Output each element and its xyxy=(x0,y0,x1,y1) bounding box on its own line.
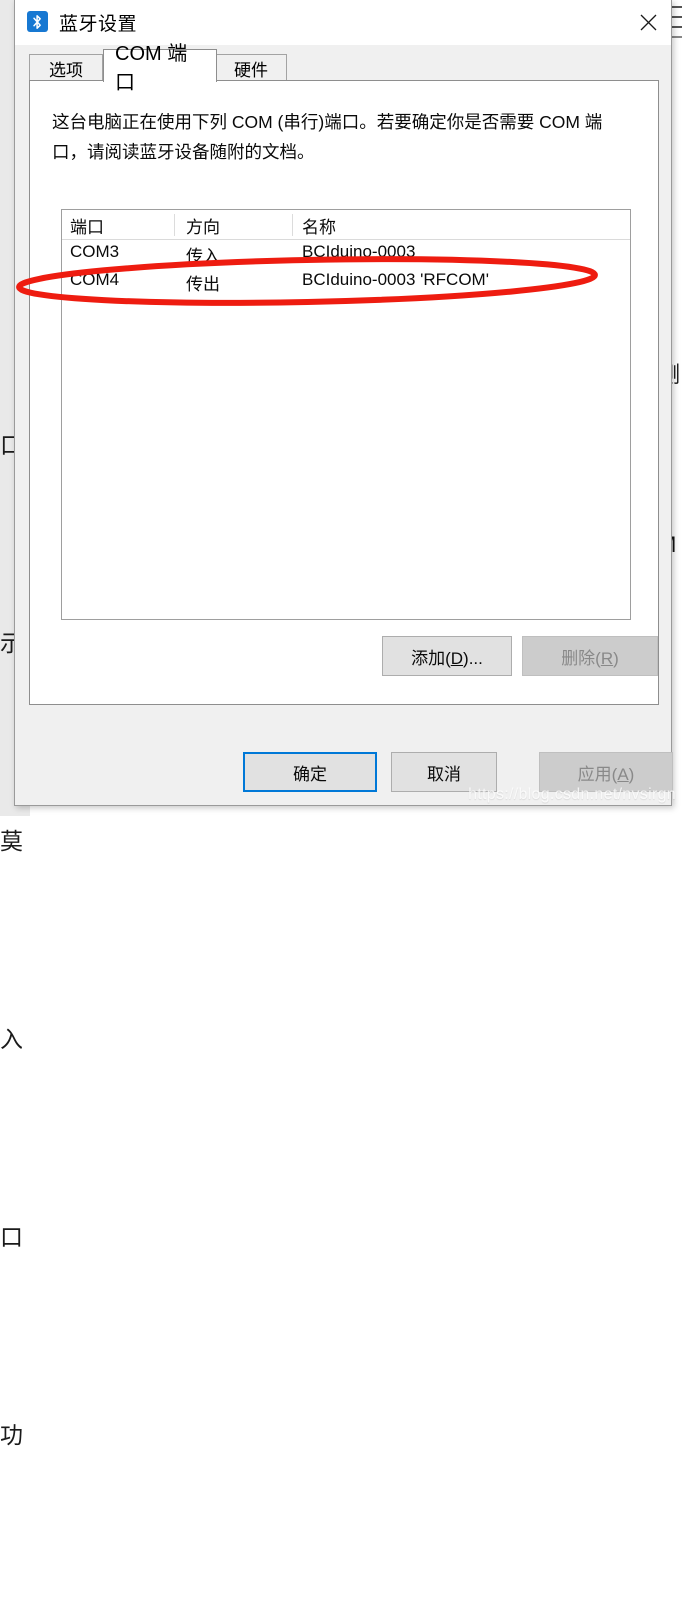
background-left-glyph: 口 xyxy=(0,1224,22,1250)
background-left-glyph: 莫 xyxy=(0,828,22,854)
cell-direction: 传出 xyxy=(186,275,220,294)
cell-port: COM3 xyxy=(70,242,120,261)
remove-button-label: 删除(R) xyxy=(561,648,619,668)
com-ports-tab-page: 这台电脑正在使用下列 COM (串行)端口。若要确定你是否需要 COM 端口，请… xyxy=(29,80,659,705)
remove-button: 删除(R) xyxy=(522,636,658,676)
column-divider xyxy=(292,214,293,236)
cell-name: BCIduino-0003 'RFCOM' xyxy=(302,270,489,289)
add-button[interactable]: 添加(D)... xyxy=(382,636,512,676)
list-header-row: 端口 方向 名称 xyxy=(62,210,630,240)
bluetooth-icon xyxy=(27,11,48,32)
cell-port: COM4 xyxy=(70,270,120,289)
apply-button-label: 应用(A) xyxy=(577,764,635,784)
column-divider xyxy=(174,214,175,236)
cancel-button-label: 取消 xyxy=(427,764,461,784)
column-header-direction[interactable]: 方向 xyxy=(182,213,296,238)
ok-button[interactable]: 确定 xyxy=(243,752,377,792)
table-row[interactable]: COM4 传出 BCIduino-0003 'RFCOM' xyxy=(62,268,630,296)
column-header-port[interactable]: 端口 xyxy=(66,213,178,238)
ok-button-label: 确定 xyxy=(293,764,327,784)
dialog-title: 蓝牙设置 xyxy=(59,14,138,35)
tab-strip: 选项 COM 端口 硬件 xyxy=(15,43,671,94)
com-ports-list[interactable]: 端口 方向 名称 COM3 传入 BCIduino-0003 COM4 传出 B… xyxy=(61,209,631,620)
background-left-glyph: 功 xyxy=(0,1422,22,1448)
tab-options[interactable]: 选项 xyxy=(29,54,103,81)
dialog-titlebar: 蓝牙设置 xyxy=(15,0,671,46)
page-description: 这台电脑正在使用下列 COM (串行)端口。若要确定你是否需要 COM 端口，请… xyxy=(52,112,603,162)
tab-hardware[interactable]: 硬件 xyxy=(215,54,287,81)
bluetooth-settings-dialog: 蓝牙设置 选项 COM 端口 硬件 这台电脑正在使用下列 COM (串行)端口。… xyxy=(14,0,673,806)
column-header-name[interactable]: 名称 xyxy=(298,213,630,238)
tab-com-ports[interactable]: COM 端口 xyxy=(103,43,217,94)
table-row[interactable]: COM3 传入 BCIduino-0003 xyxy=(62,240,630,268)
tab-label: COM 端口 xyxy=(115,43,188,94)
add-button-label: 添加(D)... xyxy=(411,648,483,668)
cell-name: BCIduino-0003 xyxy=(302,242,416,261)
tab-label: 硬件 xyxy=(234,60,268,80)
cell-direction: 传入 xyxy=(186,247,220,266)
watermark-text: https://blog.csdn.net/nvsirgn xyxy=(468,786,676,803)
close-icon[interactable] xyxy=(625,0,671,44)
background-bottom-strip xyxy=(30,806,682,816)
background-left-glyph: 入 xyxy=(0,1026,22,1052)
tab-label: 选项 xyxy=(49,60,83,80)
